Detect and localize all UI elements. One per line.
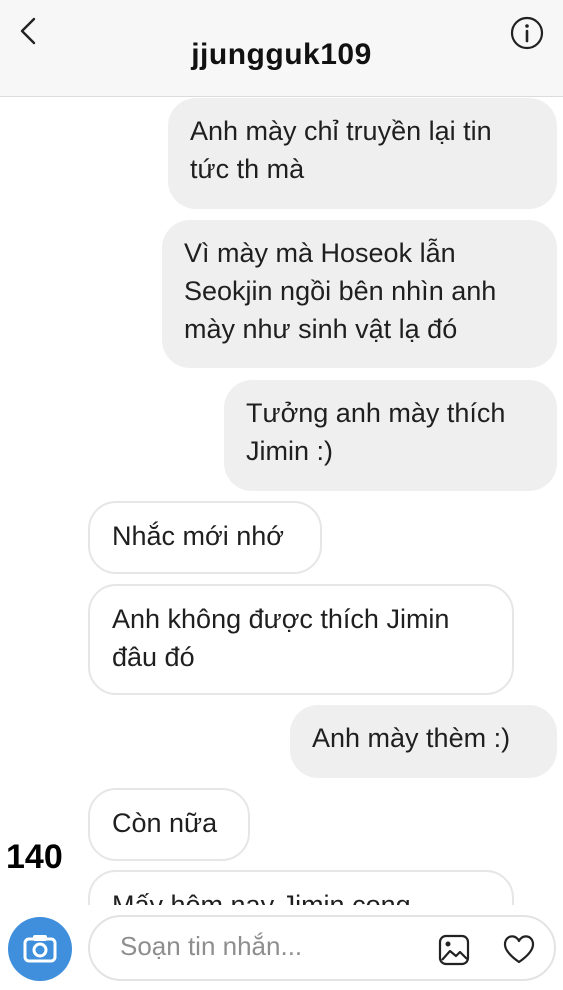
message-line: Nhắc mới nhớ (112, 521, 284, 551)
message-line: Jimin :) (246, 436, 333, 466)
message-bubble-received[interactable]: Nhắc mới nhớ (88, 501, 322, 574)
chat-header: jjungguk109 (0, 0, 563, 97)
message-bubble-sent[interactable]: Anh mày thèm :) (290, 705, 557, 778)
message-input[interactable]: Soạn tin nhắn... (88, 915, 556, 981)
message-bubble-received[interactable]: Anh không được thích Jimin đâu đó (88, 584, 514, 695)
message-line: Seokjin ngồi bên nhìn anh (184, 276, 497, 306)
message-composer: Soạn tin nhắn... (0, 905, 563, 990)
camera-icon (23, 935, 57, 963)
message-line: mày như sinh vật lạ đó (184, 314, 458, 344)
message-bubble-sent[interactable]: Vì mày mà Hoseok lẫn Seokjin ngồi bên nh… (162, 220, 557, 368)
message-line: Anh không được thích Jimin (112, 604, 450, 634)
message-bubble-received[interactable]: Mấy hôm nay Jimin cong (88, 870, 514, 910)
gallery-icon[interactable] (438, 934, 470, 966)
message-bubble-sent[interactable]: Anh mày chỉ truyền lại tin tức th mà (168, 98, 557, 209)
camera-button[interactable] (8, 917, 72, 981)
message-line: tức th mà (190, 154, 305, 184)
message-line: đâu đó (112, 642, 195, 672)
message-line: Còn nữa (112, 808, 218, 838)
message-line: Anh mày thèm :) (312, 723, 511, 753)
heart-icon[interactable] (502, 933, 536, 965)
overlay-number: 140 (6, 838, 63, 876)
message-input-placeholder: Soạn tin nhắn... (120, 931, 303, 961)
info-icon[interactable] (510, 16, 544, 50)
message-line: Vì mày mà Hoseok lẫn (184, 238, 456, 268)
message-bubble-sent[interactable]: Tưởng anh mày thích Jimin :) (224, 380, 557, 491)
message-line: Tưởng anh mày thích (246, 398, 506, 428)
message-line: Anh mày chỉ truyền lại tin (190, 116, 492, 146)
chat-title[interactable]: jjungguk109 (0, 38, 563, 72)
message-bubble-received[interactable]: Còn nữa (88, 788, 250, 861)
